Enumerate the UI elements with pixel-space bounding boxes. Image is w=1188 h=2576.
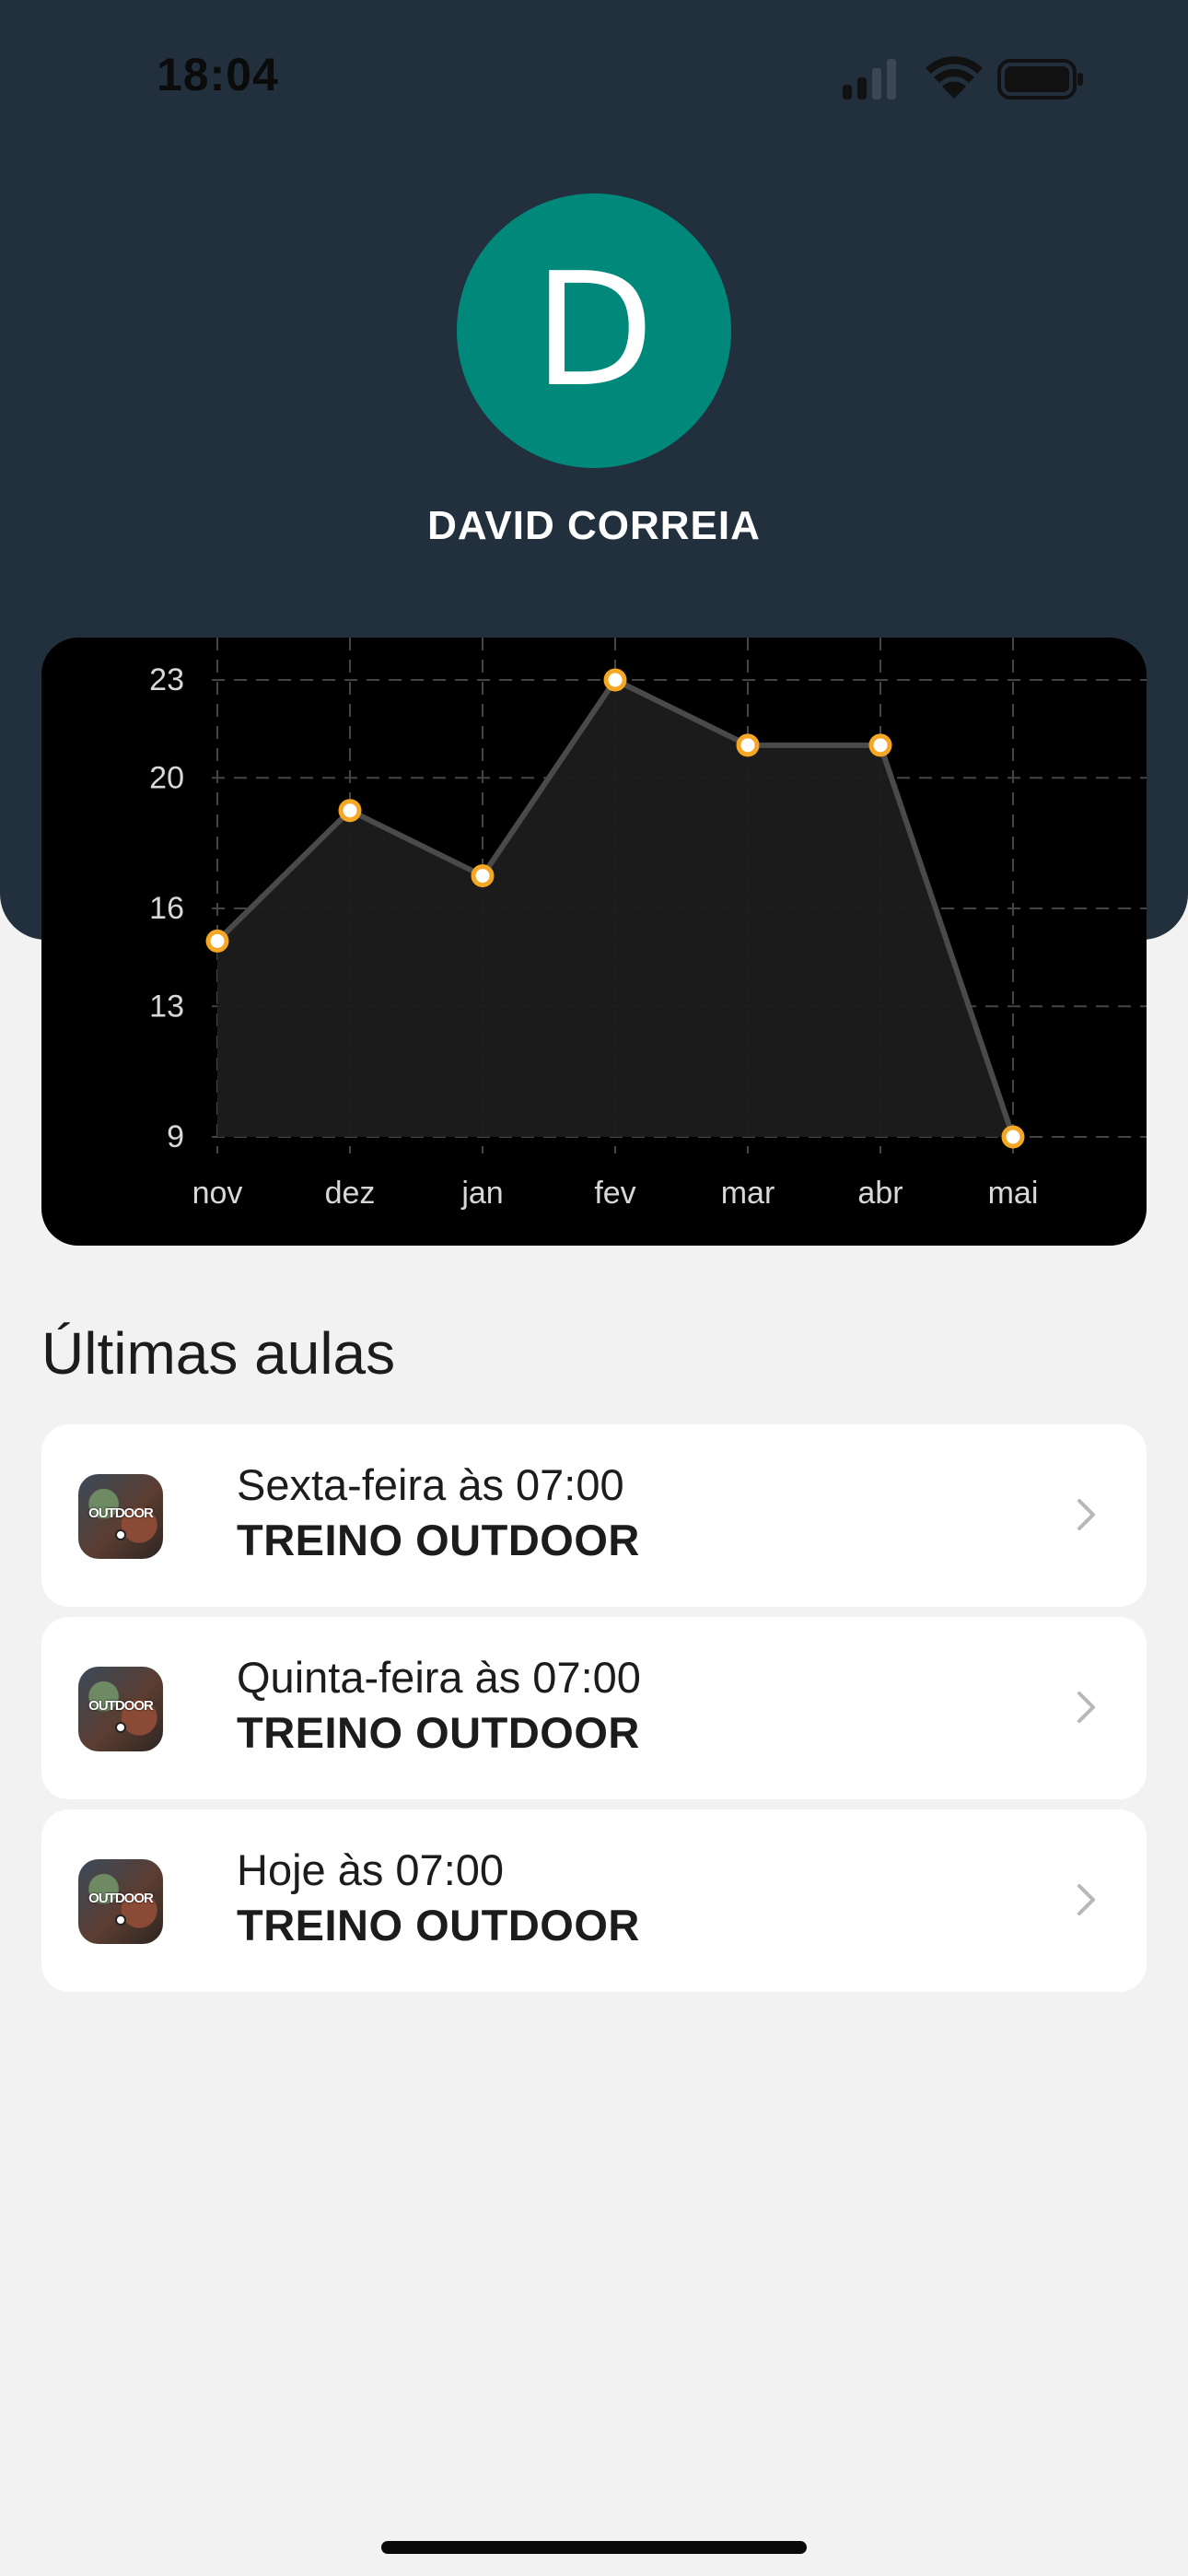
status-time: 18:04 xyxy=(157,49,279,100)
thumbnail-dot xyxy=(115,1529,126,1540)
thumbnail-label: OUTDOOR xyxy=(88,1698,154,1714)
chevron-right-icon xyxy=(1077,1884,1095,1915)
data-point xyxy=(205,929,229,953)
y-tick-label: 13 xyxy=(149,989,184,1024)
class-name: TREINO OUTDOOR xyxy=(237,1901,640,1950)
data-point xyxy=(603,668,627,692)
thumbnail-dot xyxy=(115,1722,126,1733)
home-indicator xyxy=(381,2541,807,2554)
class-thumbnail: OUTDOOR xyxy=(78,1859,163,1944)
thumbnail-label: OUTDOOR xyxy=(88,1505,154,1521)
avatar[interactable]: D xyxy=(457,193,731,468)
y-tick-label: 23 xyxy=(149,662,184,697)
avatar-initial: D xyxy=(533,240,655,422)
x-tick-label: jan xyxy=(460,1176,503,1211)
class-when: Hoje às 07:00 xyxy=(237,1845,505,1894)
section-title: Últimas aulas xyxy=(41,1320,396,1387)
chevron-right-icon xyxy=(1077,1499,1095,1530)
data-point xyxy=(1001,1125,1025,1149)
battery-icon xyxy=(997,59,1083,100)
class-thumbnail: OUTDOOR xyxy=(78,1667,163,1751)
cellular-signal-icon xyxy=(843,59,896,100)
data-point xyxy=(338,799,362,823)
x-tick-label: abr xyxy=(857,1176,903,1211)
x-tick-label: nov xyxy=(192,1176,243,1211)
y-tick-label: 9 xyxy=(167,1119,184,1154)
chevron-right-icon xyxy=(1077,1692,1095,1723)
class-card[interactable]: OUTDOOR Hoje às 07:00 TREINO OUTDOOR xyxy=(41,1809,1147,1992)
status-icons xyxy=(843,56,1083,100)
class-card[interactable]: OUTDOOR Sexta-feira às 07:00 TREINO OUTD… xyxy=(41,1424,1147,1607)
x-tick-label: dez xyxy=(325,1176,376,1211)
class-thumbnail: OUTDOOR xyxy=(78,1474,163,1559)
wifi-icon xyxy=(926,56,983,99)
user-name: DAVID CORREIA xyxy=(427,503,761,548)
x-tick-label: mar xyxy=(721,1176,775,1211)
chart-card: 23 20 16 13 9 nov dez jan fev mar abr mai xyxy=(41,638,1147,1246)
class-name: TREINO OUTDOOR xyxy=(237,1708,640,1757)
x-tick-label: mai xyxy=(988,1176,1039,1211)
class-card[interactable]: OUTDOOR Quinta-feira às 07:00 TREINO OUT… xyxy=(41,1617,1147,1799)
thumbnail-dot xyxy=(115,1914,126,1926)
data-point xyxy=(868,733,892,757)
y-tick-label: 20 xyxy=(149,760,184,795)
class-when: Quinta-feira às 07:00 xyxy=(237,1653,641,1702)
area-fill xyxy=(217,680,1013,1137)
data-point xyxy=(471,864,495,888)
data-point xyxy=(736,733,760,757)
y-tick-label: 16 xyxy=(149,891,184,926)
attendance-chart: 23 20 16 13 9nov dez jan fev mar abr mai xyxy=(149,638,1147,1211)
x-tick-label: fev xyxy=(594,1176,635,1211)
class-name: TREINO OUTDOOR xyxy=(237,1516,640,1564)
thumbnail-label: OUTDOOR xyxy=(88,1891,154,1906)
class-when: Sexta-feira às 07:00 xyxy=(237,1460,624,1509)
